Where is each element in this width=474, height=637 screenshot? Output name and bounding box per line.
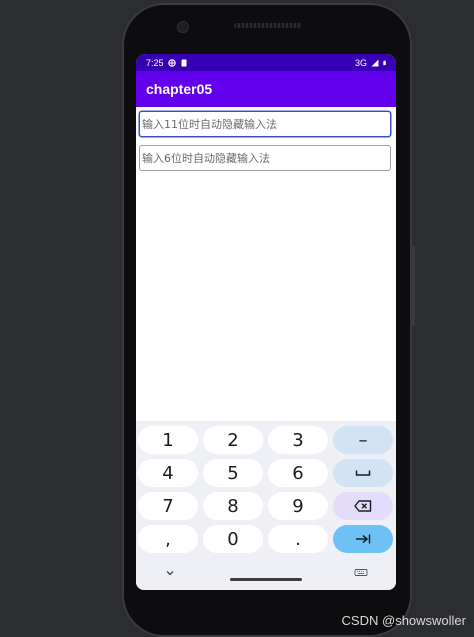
key-3[interactable]: 3	[268, 426, 328, 454]
keyboard-row-3: 7 8 9	[138, 492, 393, 520]
status-time: 7:25	[146, 57, 164, 68]
main-content	[136, 107, 396, 421]
app-title: chapter05	[146, 81, 213, 97]
signal-icon	[371, 59, 379, 66]
front-camera	[177, 21, 189, 33]
keyboard-row-1: 1 2 3 –	[138, 426, 393, 454]
keyboard-switch-icon[interactable]	[354, 568, 368, 578]
phone-number-input[interactable]	[139, 111, 391, 137]
key-minus[interactable]: –	[333, 426, 393, 454]
key-4[interactable]: 4	[138, 459, 198, 487]
earpiece-speaker	[234, 23, 302, 28]
phone-screen: 7:25 3G chapter05 输入11位时自动隐藏输入法 输入6位时自动隐…	[136, 54, 396, 590]
key-7[interactable]: 7	[138, 492, 198, 520]
key-0[interactable]: 0	[203, 525, 263, 553]
space-key[interactable]	[333, 459, 393, 487]
desktop-background: 7:25 3G chapter05 输入11位时自动隐藏输入法 输入6位时自动隐…	[0, 0, 474, 637]
keyboard-row-2: 4 5 6	[138, 459, 393, 487]
space-icon	[355, 470, 371, 476]
keyboard-row-4: , 0 .	[138, 525, 393, 553]
key-6[interactable]: 6	[268, 459, 328, 487]
location-icon	[167, 58, 176, 67]
code-input[interactable]	[139, 145, 391, 171]
enter-key[interactable]	[333, 525, 393, 553]
phone-side-button	[412, 246, 415, 326]
sd-card-icon	[181, 59, 187, 66]
key-9[interactable]: 9	[268, 492, 328, 520]
key-period[interactable]: .	[268, 525, 328, 553]
home-gesture-bar[interactable]	[230, 578, 302, 581]
watermark: CSDN @showswoller	[341, 613, 466, 628]
status-bar: 7:25 3G	[136, 54, 396, 71]
key-8[interactable]: 8	[203, 492, 263, 520]
key-comma[interactable]: ,	[138, 525, 198, 553]
backspace-key[interactable]	[333, 492, 393, 520]
status-bar-left: 7:25	[146, 58, 188, 68]
key-1[interactable]: 1	[138, 426, 198, 454]
hide-keyboard-icon[interactable]	[164, 568, 176, 578]
app-bar: chapter05	[136, 71, 396, 107]
numeric-keyboard: 1 2 3 – 4 5 6 7 8 9 , 0 .	[136, 421, 396, 590]
network-type: 3G	[354, 57, 367, 68]
next-field-icon	[356, 534, 371, 544]
backspace-icon	[354, 500, 372, 512]
key-5[interactable]: 5	[203, 459, 263, 487]
key-2[interactable]: 2	[203, 426, 263, 454]
navigation-bar	[136, 559, 396, 590]
status-bar-right: 3G	[355, 58, 388, 68]
battery-icon	[383, 60, 386, 65]
